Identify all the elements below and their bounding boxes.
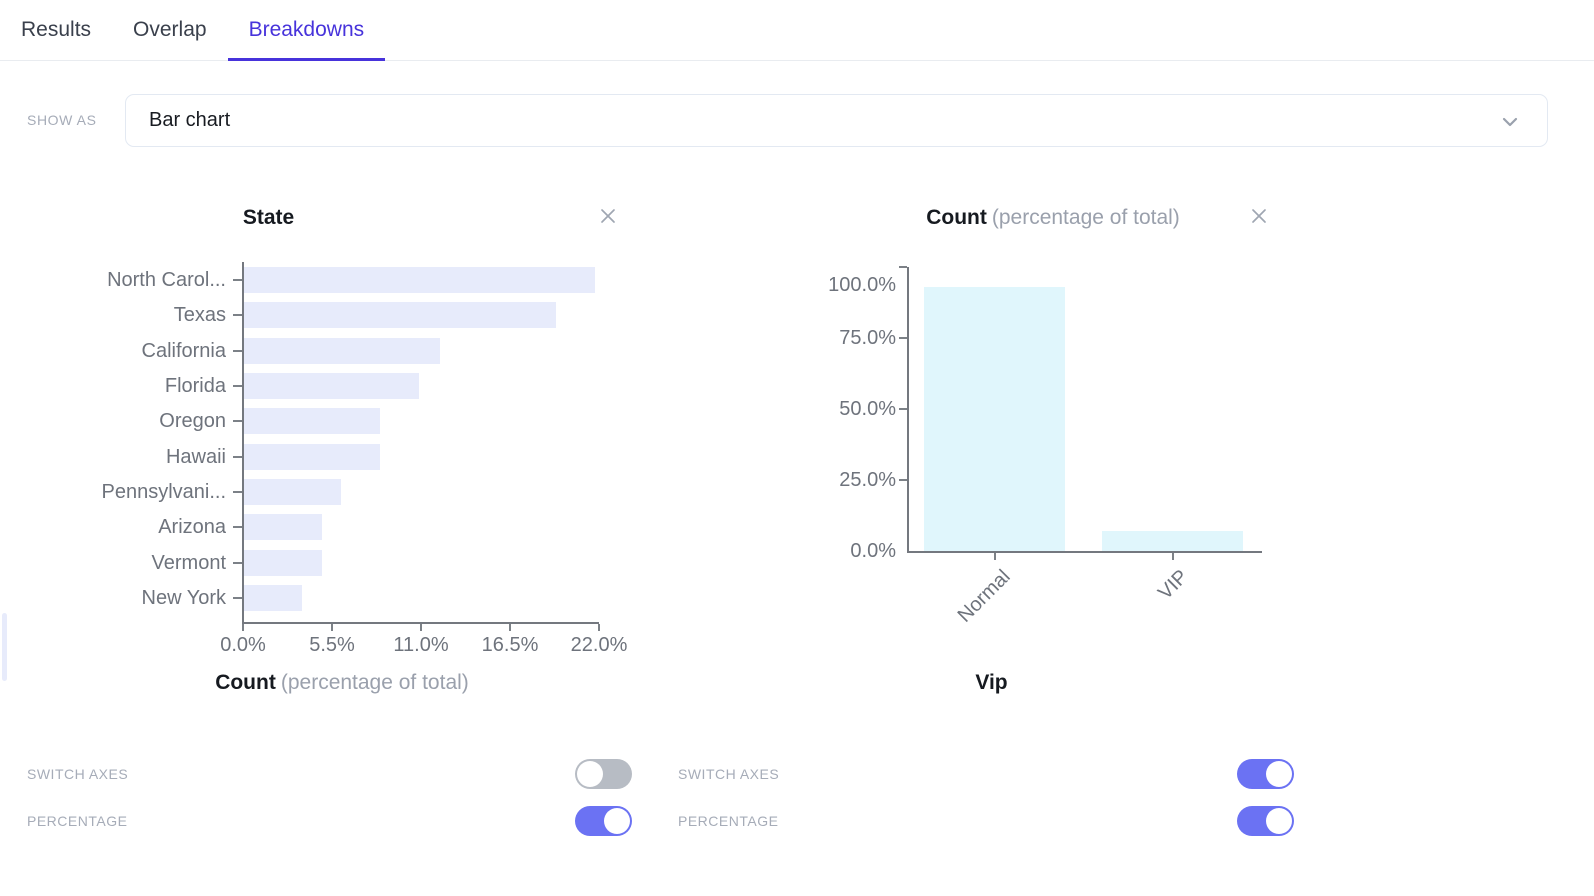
y-tick-mark — [899, 479, 907, 481]
chart-title-text: State — [243, 206, 294, 229]
bar-Texas[interactable] — [244, 302, 556, 328]
y-axis-line — [242, 262, 244, 622]
x-axis-title: Vip — [744, 671, 1244, 695]
chart-title: State — [243, 206, 299, 230]
x-tick-label: 0.0% — [198, 633, 288, 657]
toggle-knob — [1266, 808, 1292, 834]
switch-axes-toggle[interactable] — [575, 759, 632, 789]
x-axis-title-main: Count — [215, 671, 276, 694]
x-tick-label: Normal — [953, 565, 1016, 628]
bar-Hawaii[interactable] — [244, 444, 380, 470]
toggle-knob — [1266, 761, 1292, 787]
chart-title-text: Count — [926, 206, 987, 229]
y-tick-label: 50.0% — [650, 397, 896, 421]
y-tick-mark — [233, 350, 242, 352]
y-tick-label: 25.0% — [650, 468, 896, 492]
bar-New York[interactable] — [244, 585, 302, 611]
tab-results[interactable]: Results — [0, 0, 112, 60]
y-tick-label: New York — [0, 586, 226, 610]
y-tick-mark — [233, 420, 242, 422]
left-edge-scroll-indicator[interactable] — [2, 613, 7, 681]
y-tick-label: 0.0% — [650, 539, 896, 563]
bar-Florida[interactable] — [244, 373, 419, 399]
y-tick-mark — [233, 526, 242, 528]
x-tick-label: 11.0% — [376, 633, 466, 657]
y-tick-label: Hawaii — [0, 445, 226, 469]
tab-breakdowns[interactable]: Breakdowns — [228, 0, 386, 60]
x-tick-label: 5.5% — [287, 633, 377, 657]
percentage-toggle[interactable] — [1237, 806, 1294, 836]
y-tick-label: Florida — [0, 374, 226, 398]
x-tick-mark — [598, 624, 600, 631]
y-tick-label: Vermont — [0, 551, 226, 575]
chart-title-suffix: (percentage of total) — [992, 206, 1180, 229]
toggle-knob — [577, 761, 603, 787]
percentage-toggle[interactable] — [575, 806, 632, 836]
x-tick-mark — [509, 624, 511, 631]
x-tick-mark — [242, 624, 244, 631]
bar-California[interactable] — [244, 338, 440, 364]
bar-North Carol...[interactable] — [244, 267, 595, 293]
y-tick-mark — [233, 279, 242, 281]
y-tick-label: 75.0% — [650, 326, 896, 350]
bar-Normal[interactable] — [924, 287, 1065, 551]
y-tick-label: 100.0% — [650, 273, 896, 297]
y-tick-label: California — [0, 339, 226, 363]
percentage-label: PERCENTAGE — [678, 813, 778, 829]
y-axis-line — [907, 267, 909, 551]
y-tick-mark — [233, 314, 242, 316]
x-axis-line — [907, 551, 1262, 553]
bar-Oregon[interactable] — [244, 408, 380, 434]
y-tick-label: Arizona — [0, 515, 226, 539]
y-tick-mark — [233, 456, 242, 458]
vip-chart-panel: Count(percentage of total) Vip 100.0% 75.… — [650, 195, 1350, 735]
y-tick-label: North Carol... — [0, 268, 226, 292]
y-tick-mark — [899, 408, 907, 410]
tab-overlap[interactable]: Overlap — [112, 0, 228, 60]
switch-axes-label: SWITCH AXES — [27, 766, 128, 782]
y-tick-label: Pennsylvani... — [0, 480, 226, 504]
state-chart-panel: State Count(percentage of total) North C… — [0, 195, 660, 735]
y-tick-mark — [233, 491, 242, 493]
x-tick-label: VIP — [1154, 565, 1194, 605]
x-axis-title-main: Vip — [975, 671, 1007, 694]
x-tick-mark — [331, 624, 333, 631]
chevron-down-icon — [1499, 111, 1521, 133]
y-tick-mark — [233, 597, 242, 599]
bar-Pennsylvani...[interactable] — [244, 479, 341, 505]
close-chart-icon[interactable] — [1247, 204, 1271, 228]
y-tick-mark — [233, 562, 242, 564]
switch-axes-label: SWITCH AXES — [678, 766, 779, 782]
x-tick-label: 16.5% — [465, 633, 555, 657]
bar-Arizona[interactable] — [244, 514, 322, 540]
x-tick-mark — [994, 553, 996, 560]
chart-title: Count(percentage of total) — [926, 206, 1180, 230]
x-tick-mark — [1172, 553, 1174, 560]
y-tick-label: Oregon — [0, 409, 226, 433]
x-axis-title: Count(percentage of total) — [92, 671, 592, 695]
breakdowns-page: Results Overlap Breakdowns SHOW AS Bar c… — [0, 0, 1594, 896]
show-as-label: SHOW AS — [27, 112, 97, 128]
switch-axes-toggle[interactable] — [1237, 759, 1294, 789]
toggle-knob — [604, 808, 630, 834]
y-tick-mark — [233, 385, 242, 387]
percentage-label: PERCENTAGE — [27, 813, 127, 829]
x-axis-title-suffix: (percentage of total) — [281, 671, 469, 694]
x-tick-mark — [420, 624, 422, 631]
y-tick-mark — [899, 266, 907, 268]
bar-VIP[interactable] — [1102, 531, 1243, 551]
x-tick-label: 22.0% — [554, 633, 644, 657]
chart-type-dropdown[interactable]: Bar chart — [125, 94, 1548, 147]
bar-Vermont[interactable] — [244, 550, 322, 576]
chart-type-value: Bar chart — [149, 109, 230, 132]
tab-bar: Results Overlap Breakdowns — [0, 0, 1594, 61]
close-chart-icon[interactable] — [596, 204, 620, 228]
y-tick-mark — [899, 337, 907, 339]
y-tick-label: Texas — [0, 303, 226, 327]
